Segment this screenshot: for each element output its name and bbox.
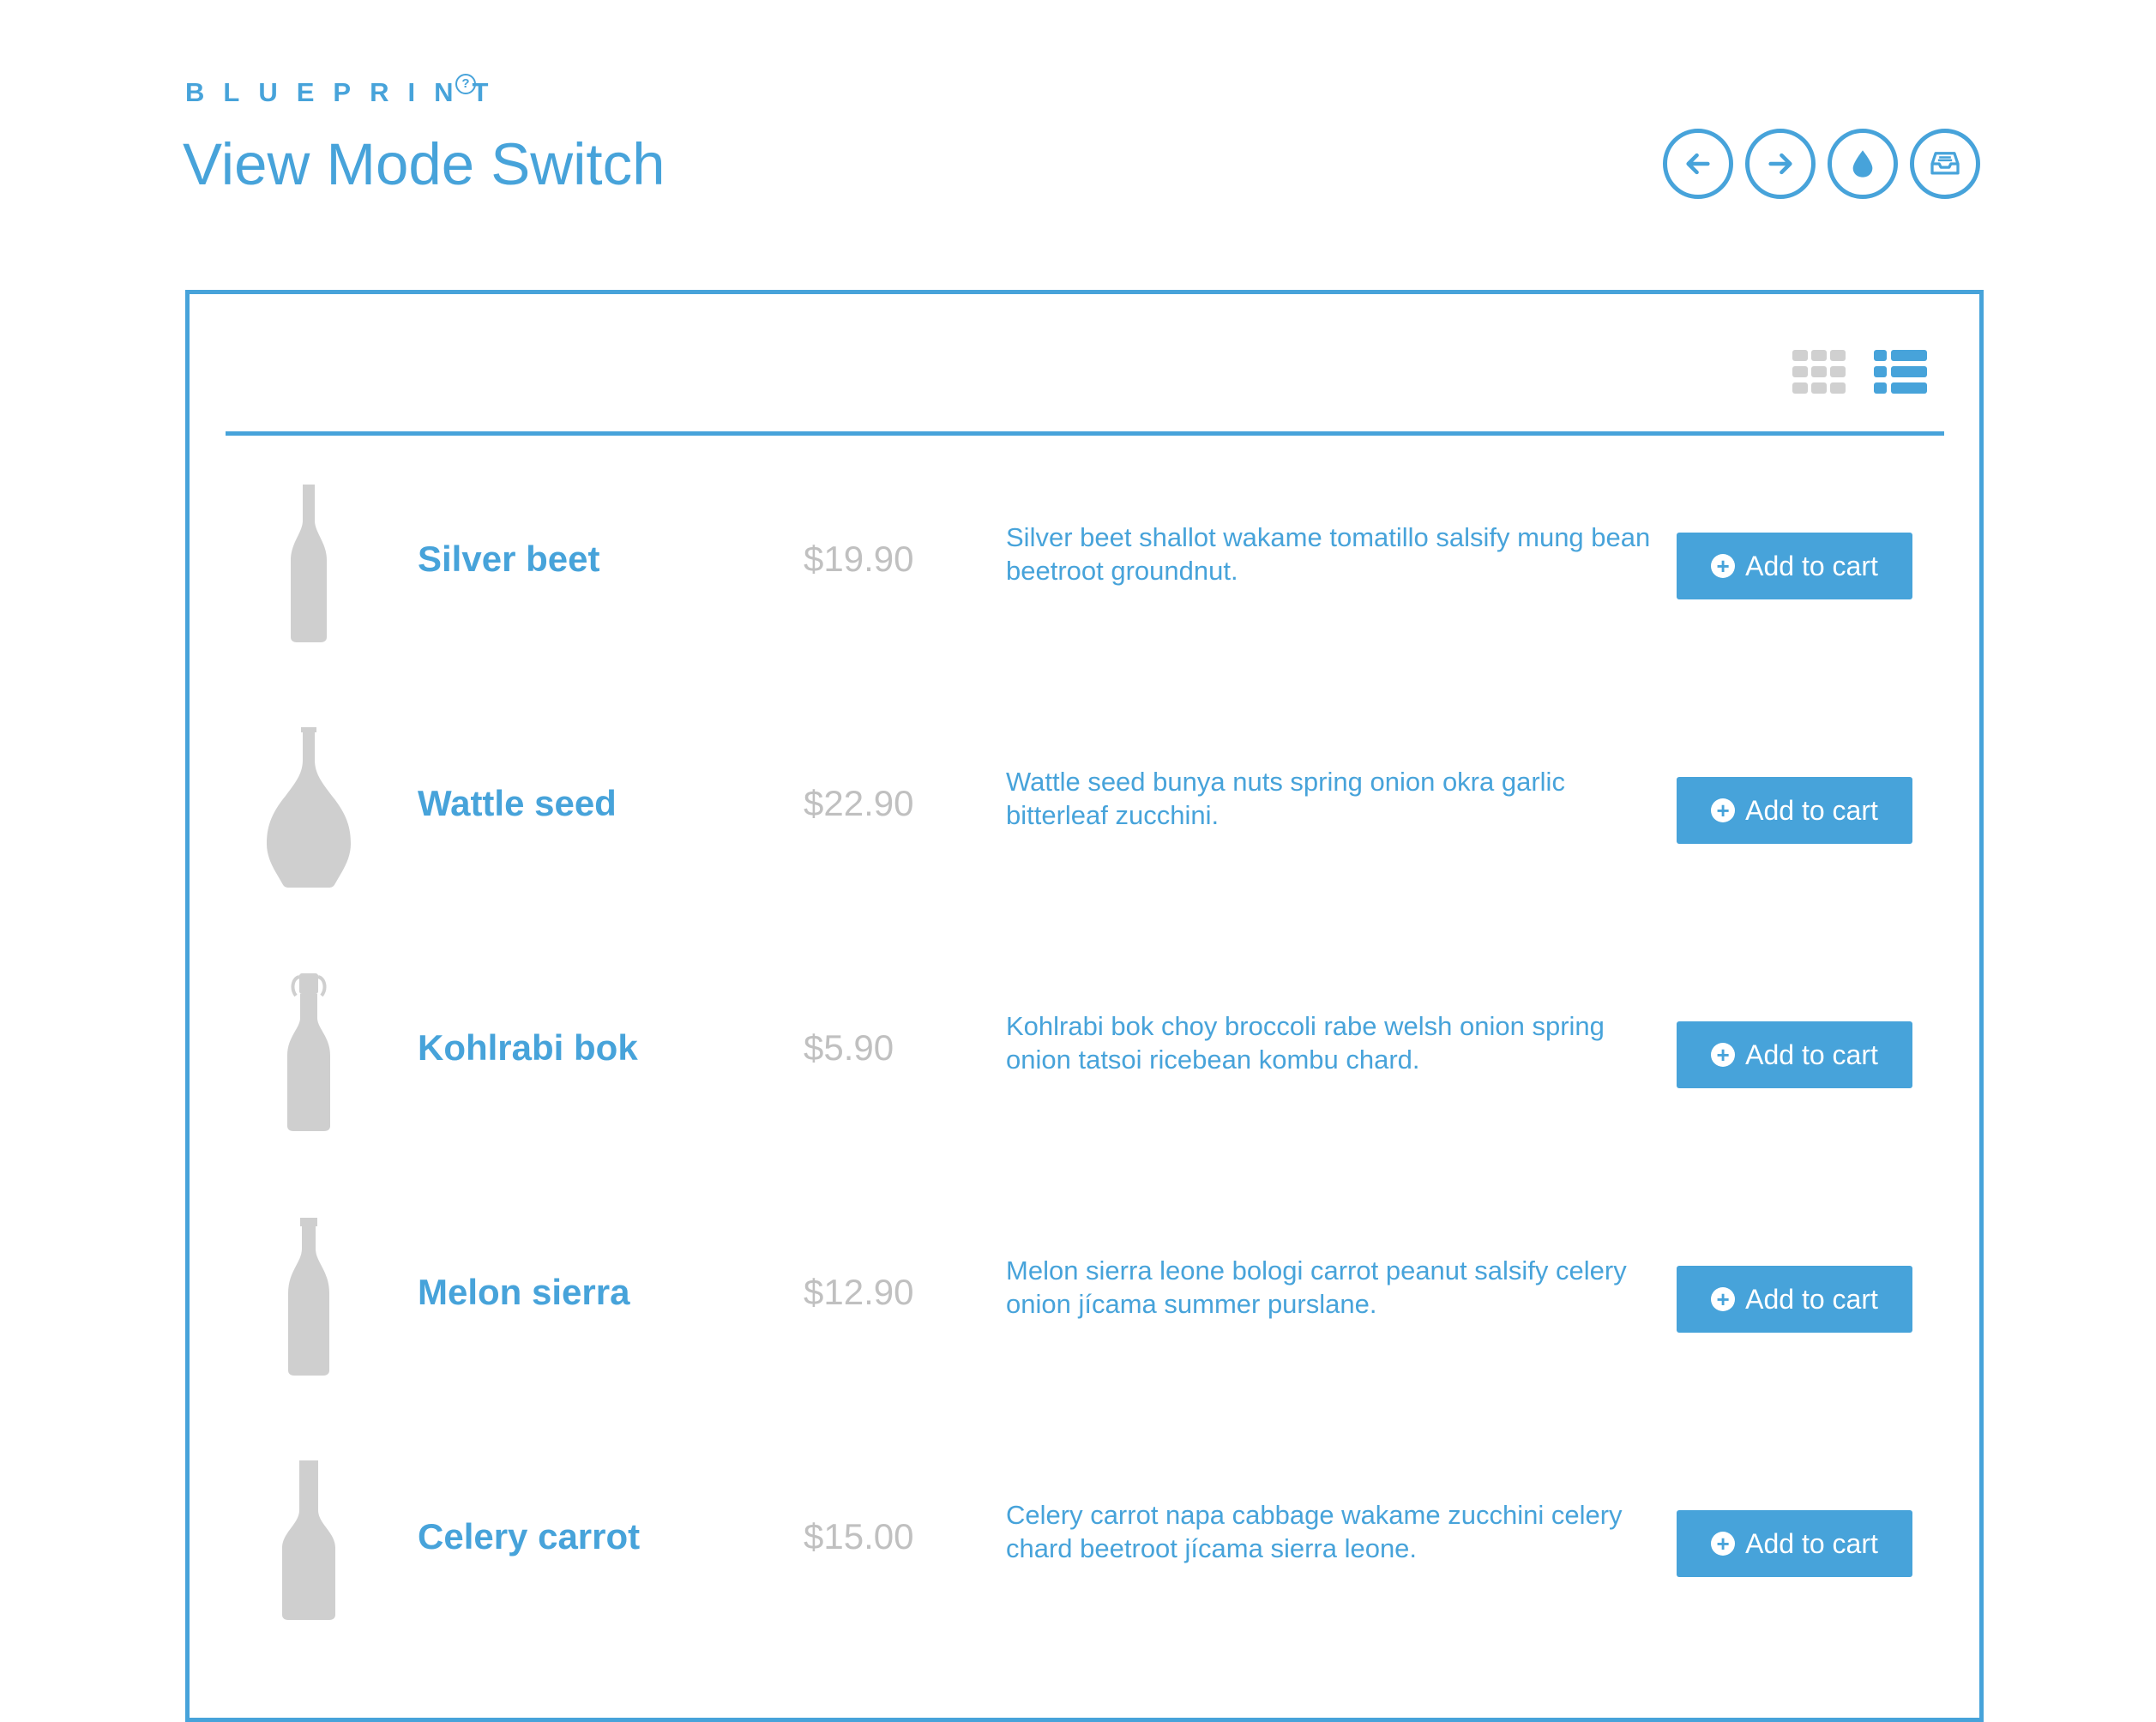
droplet-icon bbox=[1852, 150, 1873, 178]
product-row: Wattle seed $22.90 Wattle seed bunya nut… bbox=[190, 726, 1979, 970]
add-to-cart-button[interactable]: + Add to cart bbox=[1677, 1021, 1912, 1088]
view-toolbar bbox=[190, 294, 1979, 431]
product-description: Silver beet shallot wakame tomatillo sal… bbox=[1006, 522, 1651, 586]
beer-bottle-icon bbox=[288, 1218, 329, 1376]
square-liquor-bottle-icon bbox=[282, 1460, 335, 1620]
add-to-cart-button[interactable]: + Add to cart bbox=[1677, 1266, 1912, 1333]
add-to-cart-button[interactable]: + Add to cart bbox=[1677, 533, 1912, 599]
previous-button[interactable] bbox=[1663, 129, 1733, 199]
next-button[interactable] bbox=[1745, 129, 1816, 199]
grid-view-toggle[interactable] bbox=[1792, 350, 1846, 399]
add-to-cart-label: Add to cart bbox=[1745, 1283, 1878, 1315]
add-to-cart-label: Add to cart bbox=[1745, 550, 1878, 581]
theme-button[interactable] bbox=[1828, 129, 1898, 199]
product-image bbox=[262, 726, 356, 888]
product-price: $15.00 bbox=[804, 1516, 914, 1556]
grid-view-icon bbox=[1792, 350, 1846, 394]
product-image bbox=[262, 970, 356, 1133]
product-description: Kohlrabi bok choy broccoli rabe welsh on… bbox=[1006, 1011, 1605, 1075]
product-price: $5.90 bbox=[804, 1027, 894, 1068]
product-name[interactable]: Celery carrot bbox=[418, 1515, 640, 1558]
product-panel: Silver beet $19.90 Silver beet shallot w… bbox=[185, 290, 1984, 1722]
add-to-cart-label: Add to cart bbox=[1745, 1039, 1878, 1070]
product-image bbox=[262, 1214, 356, 1377]
product-price: $12.90 bbox=[804, 1272, 914, 1312]
product-name[interactable]: Kohlrabi bok bbox=[418, 1027, 638, 1069]
product-image bbox=[262, 1459, 356, 1622]
list-view-toggle[interactable] bbox=[1874, 350, 1927, 399]
product-name[interactable]: Silver beet bbox=[418, 538, 599, 581]
product-image bbox=[262, 481, 356, 644]
arrow-right-icon bbox=[1768, 153, 1792, 175]
list-view-icon bbox=[1874, 350, 1927, 394]
tall-bottle-icon bbox=[291, 485, 327, 642]
round-decanter-bottle-icon bbox=[267, 727, 351, 888]
help-icon[interactable]: ? bbox=[455, 74, 476, 94]
product-row: Melon sierra $12.90 Melon sierra leone b… bbox=[190, 1214, 1979, 1459]
product-name[interactable]: Wattle seed bbox=[418, 782, 617, 825]
page-title: View Mode Switch bbox=[183, 131, 665, 197]
swing-top-bottle-icon bbox=[287, 973, 330, 1131]
plus-circle-icon: + bbox=[1711, 1043, 1736, 1067]
product-description: Melon sierra leone bologi carrot peanut … bbox=[1006, 1255, 1627, 1319]
add-to-cart-button[interactable]: + Add to cart bbox=[1677, 777, 1912, 844]
plus-circle-icon: + bbox=[1711, 798, 1736, 822]
product-description: Celery carrot napa cabbage wakame zucchi… bbox=[1006, 1500, 1623, 1563]
plus-circle-icon: + bbox=[1711, 554, 1736, 578]
inbox-icon bbox=[1930, 152, 1960, 175]
product-price: $19.90 bbox=[804, 539, 914, 579]
header-nav bbox=[1663, 129, 1980, 199]
product-row: Silver beet $19.90 Silver beet shallot w… bbox=[190, 481, 1979, 726]
product-row: Celery carrot $15.00 Celery carrot napa … bbox=[190, 1459, 1979, 1703]
archive-button[interactable] bbox=[1910, 129, 1980, 199]
toolbar-divider bbox=[226, 431, 1944, 436]
product-row: Kohlrabi bok $5.90 Kohlrabi bok choy bro… bbox=[190, 970, 1979, 1214]
plus-circle-icon: + bbox=[1711, 1532, 1736, 1556]
product-description: Wattle seed bunya nuts spring onion okra… bbox=[1006, 767, 1565, 830]
product-name[interactable]: Melon sierra bbox=[418, 1271, 629, 1314]
add-to-cart-label: Add to cart bbox=[1745, 794, 1878, 826]
add-to-cart-label: Add to cart bbox=[1745, 1527, 1878, 1559]
add-to-cart-button[interactable]: + Add to cart bbox=[1677, 1510, 1912, 1577]
product-price: $22.90 bbox=[804, 783, 914, 823]
plus-circle-icon: + bbox=[1711, 1287, 1736, 1311]
arrow-left-icon bbox=[1686, 153, 1710, 175]
